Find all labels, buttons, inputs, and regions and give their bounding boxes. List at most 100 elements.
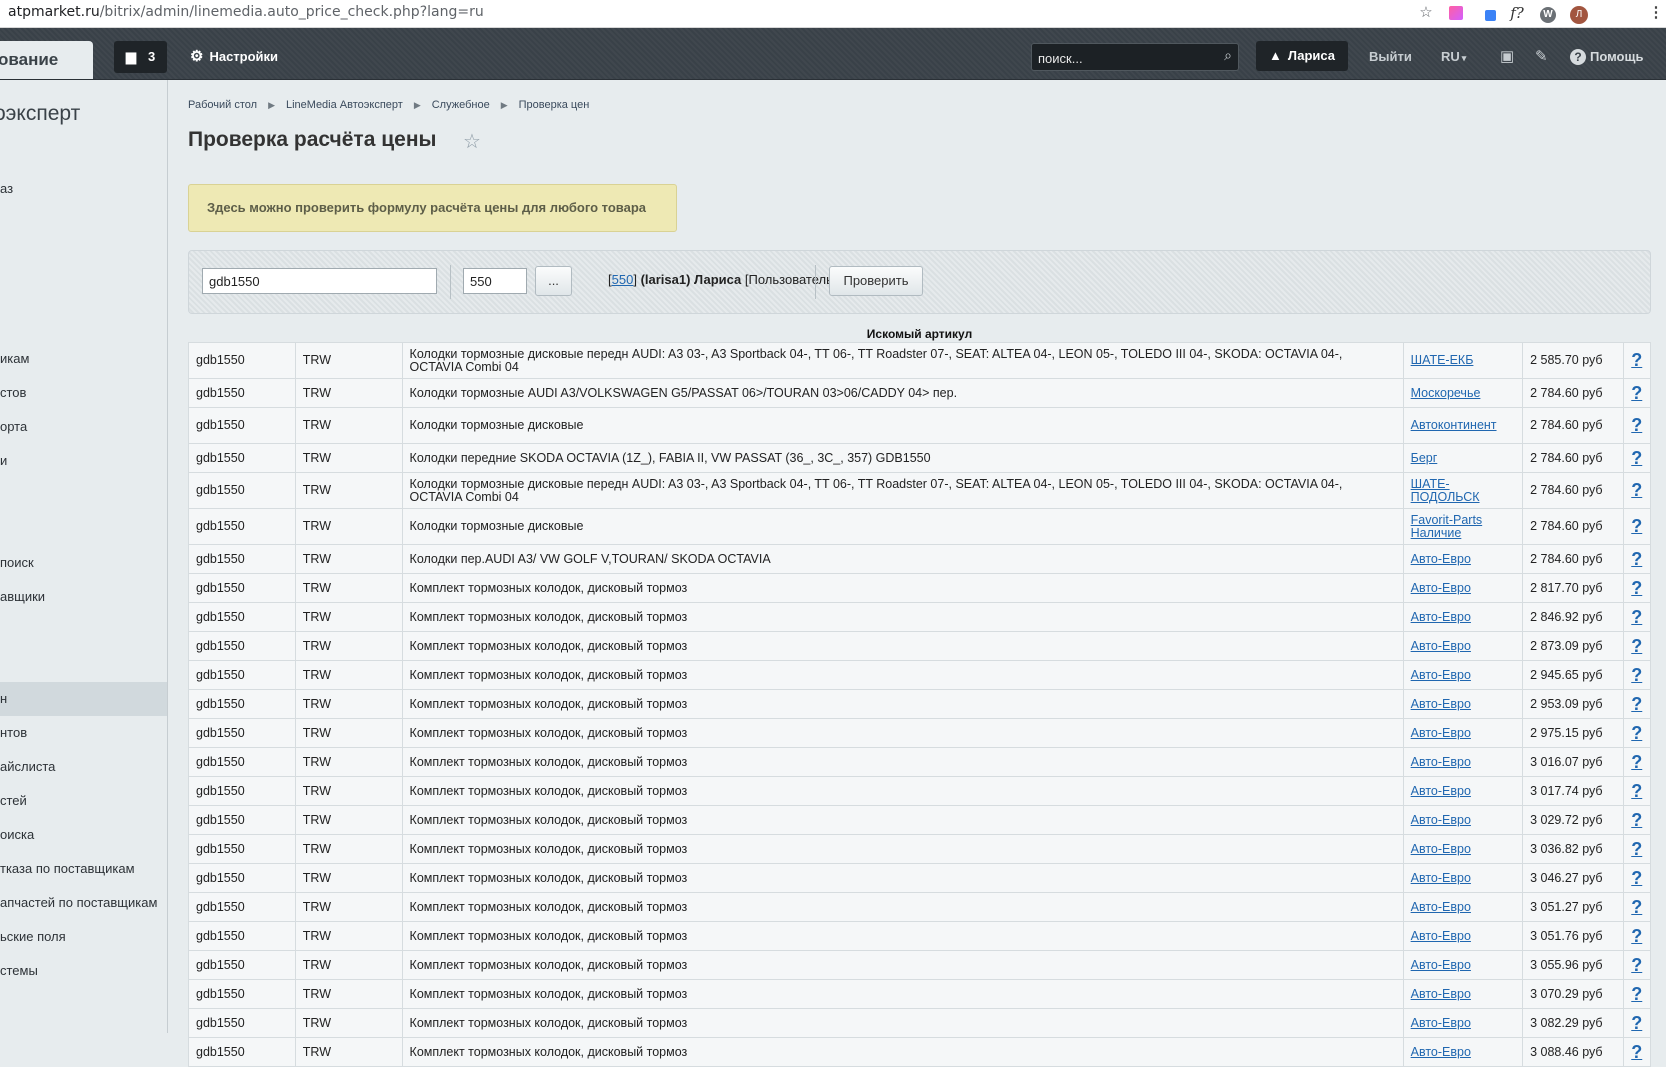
breadcrumb-desktop[interactable]: Рабочий стол [188, 99, 257, 111]
sidebar-item[interactable]: апчастей по поставщикам [0, 886, 167, 920]
supplier-link[interactable]: Авто-Евро [1411, 813, 1471, 827]
breadcrumb-service[interactable]: Служебное [432, 99, 490, 111]
logout-link[interactable]: Выйти [1369, 41, 1412, 73]
supplier-link[interactable]: Авто-Евро [1411, 871, 1471, 885]
supplier-link[interactable]: Авто-Евро [1411, 610, 1471, 624]
brand-cell: TRW [294, 407, 403, 444]
sidebar-item[interactable]: стей [0, 784, 167, 818]
supplier-link[interactable]: ШАТЕ-ЕКБ [1411, 353, 1474, 367]
sidebar-item[interactable]: нтов [0, 716, 167, 750]
price-help-link[interactable]: ? [1631, 1013, 1642, 1033]
tab-administration[interactable]: ование [0, 41, 93, 79]
price-help-link[interactable]: ? [1631, 1042, 1642, 1062]
supplier-link[interactable]: Авто-Евро [1411, 581, 1471, 595]
sidebar-item[interactable]: аз [0, 172, 167, 206]
user-id-input[interactable] [463, 268, 527, 294]
sidebar-item[interactable]: поиск [0, 546, 167, 580]
sidebar-item[interactable]: орта [0, 410, 167, 444]
profile-avatar[interactable]: Л [1569, 3, 1589, 24]
sidebar-item[interactable]: н [0, 682, 167, 716]
supplier-link[interactable]: Favorit-Parts Наличие [1411, 513, 1483, 540]
supplier-link[interactable]: Авто-Евро [1411, 987, 1471, 1001]
supplier-link[interactable]: ШАТЕ-ПОДОЛЬСК [1411, 477, 1480, 504]
supplier-link[interactable]: Авто-Евро [1411, 784, 1471, 798]
sidebar-item[interactable]: тказа по поставщикам [0, 852, 167, 886]
price-help-link[interactable]: ? [1631, 607, 1642, 627]
supplier-link[interactable]: Авто-Евро [1411, 929, 1471, 943]
notifications-button[interactable]: ▆ 3 [114, 41, 167, 73]
url-text[interactable]: atpmarket.ru/bitrix/admin/linemedia.auto… [8, 4, 484, 20]
price-help-link[interactable]: ? [1631, 516, 1642, 536]
sidebar-item[interactable]: авщики [0, 580, 167, 614]
price-help-link[interactable]: ? [1631, 868, 1642, 888]
pin-icon[interactable]: ✎ [1535, 41, 1548, 73]
price-help-link[interactable]: ? [1631, 723, 1642, 743]
price-help-link[interactable]: ? [1631, 415, 1642, 435]
supplier-link[interactable]: Автоконтинент [1411, 418, 1497, 432]
extension-icon[interactable] [1477, 3, 1497, 23]
formula-icon[interactable]: f? [1507, 3, 1527, 23]
price-help-link[interactable]: ? [1631, 383, 1642, 403]
favorite-star-icon[interactable]: ☆ [463, 129, 481, 154]
chevron-right-icon: ▶ [500, 100, 508, 110]
supplier-link[interactable]: Авто-Евро [1411, 755, 1471, 769]
supplier-link[interactable]: Авто-Евро [1411, 668, 1471, 682]
price-help-link[interactable]: ? [1631, 549, 1642, 569]
brand-cell: TRW [294, 342, 403, 379]
search-input[interactable] [1032, 44, 1215, 72]
supplier-link[interactable]: Авто-Евро [1411, 1016, 1471, 1030]
price-help-link[interactable]: ? [1631, 955, 1642, 975]
user-id-link[interactable]: 550 [612, 272, 634, 287]
sidebar-item[interactable]: оиска [0, 818, 167, 852]
price-help-link[interactable]: ? [1631, 694, 1642, 714]
price-help-link[interactable]: ? [1631, 665, 1642, 685]
supplier-link[interactable]: Берг [1411, 451, 1438, 465]
wordpress-icon[interactable]: W [1538, 3, 1558, 23]
supplier-link[interactable]: Авто-Евро [1411, 900, 1471, 914]
browser-address-bar[interactable]: atpmarket.ru/bitrix/admin/linemedia.auto… [0, 0, 1666, 28]
sidebar-item[interactable]: и [0, 444, 167, 478]
supplier-link[interactable]: Авто-Евро [1411, 1045, 1471, 1059]
price-help-link[interactable]: ? [1631, 636, 1642, 656]
supplier-link[interactable]: Авто-Евро [1411, 552, 1471, 566]
sidebar-item[interactable]: стемы [0, 954, 167, 988]
calendar-icon[interactable]: ▣ [1500, 41, 1514, 73]
color-picker-icon[interactable] [1446, 3, 1466, 23]
supplier-link[interactable]: Москоречье [1411, 386, 1481, 400]
price-help-link[interactable]: ? [1631, 350, 1642, 370]
sidebar-item[interactable]: ьские поля [0, 920, 167, 954]
price-help-link[interactable]: ? [1631, 839, 1642, 859]
settings-button[interactable]: ⚙ Настройки [190, 41, 278, 73]
price-help-link-cell: ? [1622, 921, 1651, 951]
browse-user-button[interactable]: ... [535, 266, 572, 296]
price-help-link-cell: ? [1622, 747, 1651, 777]
table-row: gdb1550 TRW Комплект тормозных колодок, ди… [188, 1008, 1651, 1038]
price-help-link[interactable]: ? [1631, 480, 1642, 500]
help-button[interactable]: ? Помощь [1570, 41, 1643, 73]
menu-dots-icon[interactable]: ⋮ [1646, 3, 1666, 23]
price-help-link[interactable]: ? [1631, 984, 1642, 1004]
sidebar-item[interactable]: икам [0, 342, 167, 376]
price-help-link[interactable]: ? [1631, 897, 1642, 917]
article-input[interactable] [202, 268, 437, 294]
star-icon[interactable]: ☆ [1416, 3, 1436, 23]
language-switch[interactable]: RU ▾ [1441, 41, 1466, 73]
supplier-link[interactable]: Авто-Евро [1411, 726, 1471, 740]
price-help-link[interactable]: ? [1631, 926, 1642, 946]
supplier-link[interactable]: Авто-Евро [1411, 842, 1471, 856]
breadcrumb-linemedia[interactable]: LineMedia Автоэксперт [286, 99, 403, 111]
price-help-link[interactable]: ? [1631, 752, 1642, 772]
search-icon[interactable]: ⌕ [1224, 47, 1232, 64]
user-button[interactable]: ▲ Лариса [1256, 41, 1348, 71]
breadcrumb-price-check[interactable]: Проверка цен [519, 99, 590, 111]
supplier-link[interactable]: Авто-Евро [1411, 958, 1471, 972]
sidebar-item[interactable]: айслиста [0, 750, 167, 784]
check-button[interactable]: Проверить [829, 266, 923, 296]
price-help-link[interactable]: ? [1631, 781, 1642, 801]
price-help-link[interactable]: ? [1631, 448, 1642, 468]
sidebar-item[interactable]: стов [0, 376, 167, 410]
price-help-link[interactable]: ? [1631, 810, 1642, 830]
price-help-link[interactable]: ? [1631, 578, 1642, 598]
supplier-link[interactable]: Авто-Евро [1411, 639, 1471, 653]
supplier-link[interactable]: Авто-Евро [1411, 697, 1471, 711]
